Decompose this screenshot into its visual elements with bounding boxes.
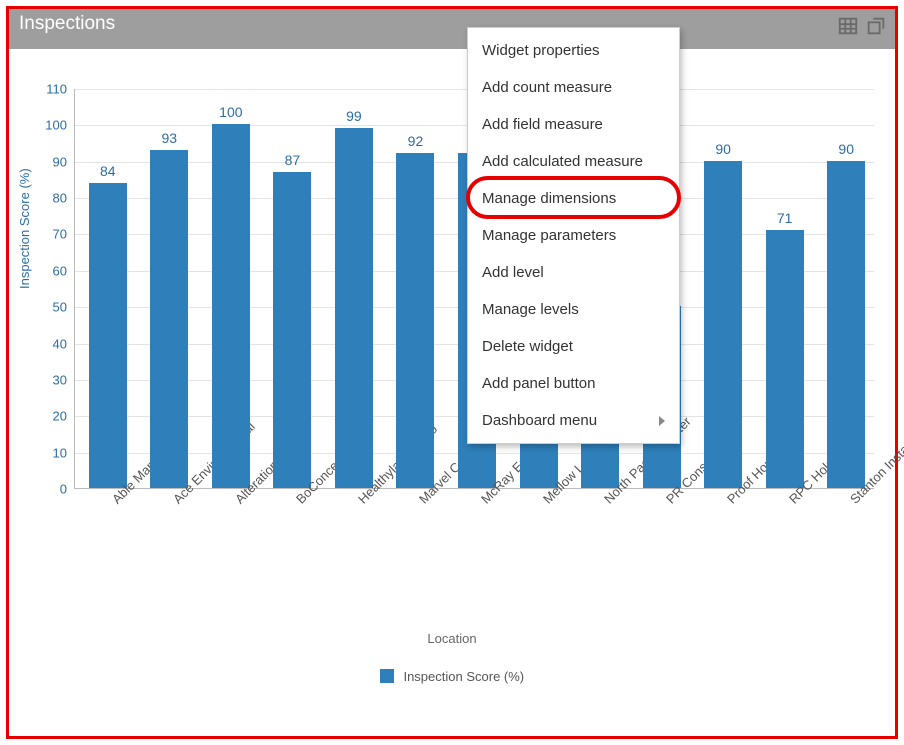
menu-item[interactable]: Manage parameters: [468, 217, 679, 254]
chart-bar[interactable]: 87: [273, 172, 311, 488]
menu-item[interactable]: Add panel button: [468, 365, 679, 402]
menu-item-label: Add field measure: [482, 116, 603, 133]
chart-area: Inspection Score (%) 0 10 20 30 40 50 60 70 80 90…: [9, 49, 895, 736]
chart-bar[interactable]: 90: [704, 161, 742, 488]
legend-label: Inspection Score (%): [403, 669, 524, 684]
menu-item-label: Add level: [482, 264, 544, 281]
menu-item-label: Manage levels: [482, 301, 579, 318]
menu-item[interactable]: Add calculated measure: [468, 143, 679, 180]
menu-item-label: Add calculated measure: [482, 153, 643, 170]
bar-value-label: 100: [212, 104, 250, 124]
legend-swatch: [380, 669, 394, 683]
y-tick-label: 80: [53, 191, 67, 206]
y-tick-label: 100: [45, 118, 67, 133]
menu-item-label: Add panel button: [482, 375, 595, 392]
y-tick-label: 50: [53, 300, 67, 315]
y-tick-label: 0: [60, 482, 67, 497]
menu-item-label: Manage dimensions: [482, 190, 616, 207]
menu-item[interactable]: Add level: [468, 254, 679, 291]
menu-item[interactable]: Manage levels: [468, 291, 679, 328]
menu-item-label: Dashboard menu: [482, 412, 597, 429]
menu-item-label: Widget properties: [482, 42, 600, 59]
bar-value-label: 84: [89, 163, 127, 183]
menu-item[interactable]: Widget properties: [468, 32, 679, 69]
y-tick-label: 40: [53, 336, 67, 351]
bar-value-label: 87: [273, 152, 311, 172]
menu-item-label: Add count measure: [482, 79, 612, 96]
chart-bar[interactable]: 90: [827, 161, 865, 488]
bar-value-label: 99: [335, 108, 373, 128]
chart-bar[interactable]: 99: [335, 128, 373, 488]
chart-bar[interactable]: 92: [396, 153, 434, 488]
chart-legend: Inspection Score (%): [9, 669, 895, 684]
widget-header: Inspections: [9, 9, 895, 49]
menu-item[interactable]: Delete widget: [468, 328, 679, 365]
x-axis-label: Location: [9, 631, 895, 646]
y-tick-label: 110: [46, 82, 67, 97]
y-tick-label: 20: [53, 409, 67, 424]
bar-value-label: 90: [827, 141, 865, 161]
menu-item[interactable]: Add count measure: [468, 69, 679, 106]
menu-item-label: Manage parameters: [482, 227, 616, 244]
y-tick-label: 30: [53, 372, 67, 387]
submenu-arrow-icon: [659, 416, 665, 426]
bar-value-label: 90: [704, 141, 742, 161]
y-tick-label: 60: [53, 263, 67, 278]
y-axis-label: Inspection Score (%): [17, 168, 32, 289]
bar-value-label: 92: [396, 133, 434, 153]
menu-item[interactable]: Manage dimensions: [468, 180, 679, 217]
bar-value-label: 93: [150, 130, 188, 150]
menu-item-label: Delete widget: [482, 338, 573, 355]
context-menu[interactable]: Widget properties Add count measure Add fi…: [467, 27, 680, 444]
bar-value-label: 71: [766, 210, 804, 230]
chart-bar[interactable]: 71: [766, 230, 804, 488]
chart-bar[interactable]: 93: [150, 150, 188, 488]
chart-bar[interactable]: 84: [89, 183, 127, 488]
y-tick-label: 70: [53, 227, 67, 242]
table-view-icon[interactable]: [837, 15, 859, 43]
y-tick-label: 10: [53, 445, 67, 460]
widget-title: Inspections: [19, 13, 837, 35]
popout-icon[interactable]: [865, 15, 887, 43]
header-icons: [837, 15, 895, 43]
menu-item[interactable]: Dashboard menu: [468, 402, 679, 439]
chart-bar[interactable]: 100: [212, 124, 250, 488]
y-tick-label: 90: [53, 154, 67, 169]
menu-item[interactable]: Add field measure: [468, 106, 679, 143]
